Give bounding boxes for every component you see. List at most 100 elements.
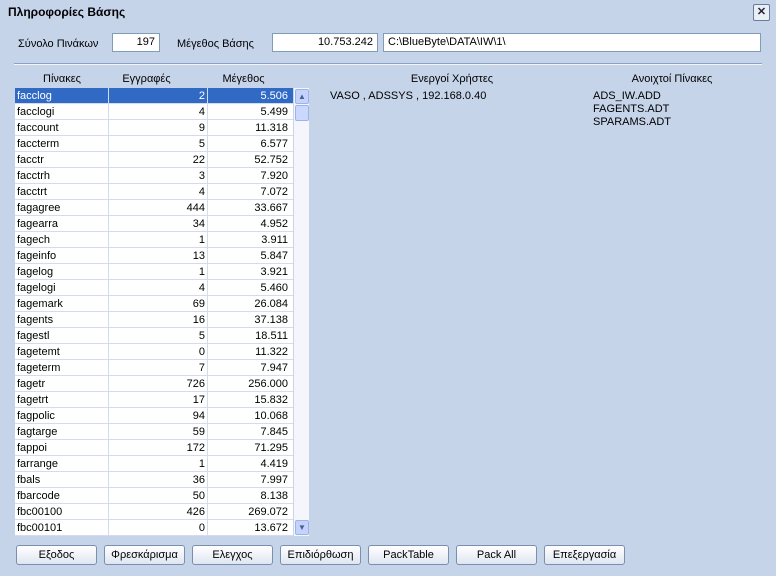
table-name-cell: fagagree bbox=[15, 200, 109, 215]
column-header-tables[interactable]: Πίνακες bbox=[15, 73, 109, 85]
table-row[interactable]: fagagree 444 33.667 bbox=[15, 200, 293, 216]
table-row[interactable]: fagelog 1 3.921 bbox=[15, 264, 293, 280]
table-row[interactable]: facctrh 3 7.920 bbox=[15, 168, 293, 184]
table-name-cell: fbarcode bbox=[15, 488, 109, 503]
pack-all-button[interactable]: Pack All bbox=[456, 545, 537, 565]
table-row[interactable]: fagetemt 0 11.322 bbox=[15, 344, 293, 360]
table-row[interactable]: fagemark 69 26.084 bbox=[15, 296, 293, 312]
table-row[interactable]: fageinfo 13 5.847 bbox=[15, 248, 293, 264]
record-count-cell: 5 bbox=[109, 136, 208, 151]
table-name-cell: fagestl bbox=[15, 328, 109, 343]
pack-table-button[interactable]: PackTable bbox=[368, 545, 449, 565]
refresh-button[interactable]: Φρεσκάρισμα bbox=[104, 545, 185, 565]
table-row[interactable]: facclog 2 5.506 bbox=[15, 88, 293, 104]
table-name-cell: fagelogi bbox=[15, 280, 109, 295]
size-cell: 11.318 bbox=[255, 122, 288, 134]
scroll-down-arrow-icon: ▼ bbox=[298, 523, 306, 532]
scroll-up-arrow-icon: ▲ bbox=[298, 92, 306, 101]
open-table-item: SPARAMS.ADT bbox=[593, 116, 672, 128]
table-name-cell: fagetr bbox=[15, 376, 109, 391]
size-cell: 7.920 bbox=[260, 170, 288, 182]
table-name-cell: facclogi bbox=[15, 104, 109, 119]
scroll-down-button[interactable]: ▼ bbox=[295, 520, 309, 535]
table-row[interactable]: fbc00100 426 269.072 bbox=[15, 504, 293, 520]
close-icon: ✕ bbox=[756, 6, 767, 18]
table-row[interactable]: fbarcode 50 8.138 bbox=[15, 488, 293, 504]
table-row[interactable]: fagetrt 17 15.832 bbox=[15, 392, 293, 408]
size-cell: 5.460 bbox=[260, 282, 288, 294]
table-name-cell: farrange bbox=[15, 456, 109, 471]
column-header-size[interactable]: Μέγεθος bbox=[195, 73, 292, 85]
table-name-cell: fbc00100 bbox=[15, 504, 109, 519]
open-tables-header: Ανοιχτοί Πίνακες bbox=[631, 73, 713, 85]
table-name-cell: fagents bbox=[15, 312, 109, 327]
record-count-cell: 3 bbox=[109, 168, 208, 183]
tables-count-label: Σύνολο Πινάκων bbox=[18, 38, 99, 50]
record-count-cell: 0 bbox=[109, 520, 208, 535]
size-cell: 18.511 bbox=[255, 330, 288, 342]
size-cell: 37.138 bbox=[254, 314, 288, 326]
table-name-cell: fagemark bbox=[15, 296, 109, 311]
record-count-cell: 5 bbox=[109, 328, 208, 343]
table-name-cell: faccount bbox=[15, 120, 109, 135]
tables-grid[interactable]: facclog 2 5.506 facclogi 4 5.499 faccount 9 11.3… bbox=[15, 88, 293, 536]
table-row[interactable]: fagelogi 4 5.460 bbox=[15, 280, 293, 296]
scroll-up-button[interactable]: ▲ bbox=[295, 89, 309, 104]
table-row[interactable]: fagestl 5 18.511 bbox=[15, 328, 293, 344]
column-header-records[interactable]: Εγγραφές bbox=[109, 73, 184, 85]
table-row[interactable]: faccount 9 11.318 bbox=[15, 120, 293, 136]
table-row[interactable]: fbals 36 7.997 bbox=[15, 472, 293, 488]
db-path-field[interactable]: C:\BlueByte\DATA\IW\1\ bbox=[383, 33, 761, 52]
record-count-cell: 172 bbox=[109, 440, 208, 455]
table-name-cell: faccterm bbox=[15, 136, 109, 151]
table-name-cell: fagearra bbox=[15, 216, 109, 231]
record-count-cell: 4 bbox=[109, 184, 208, 199]
edit-button[interactable]: Επεξεργασία bbox=[544, 545, 625, 565]
table-row[interactable]: facctrt 4 7.072 bbox=[15, 184, 293, 200]
table-row[interactable]: facctr 22 52.752 bbox=[15, 152, 293, 168]
table-name-cell: facctr bbox=[15, 152, 109, 167]
active-users-list: VASO , ADSSYS , 192.168.0.40 bbox=[330, 90, 486, 103]
table-row[interactable]: fageterm 7 7.947 bbox=[15, 360, 293, 376]
size-cell: 4.952 bbox=[260, 218, 288, 230]
table-name-cell: fbc00101 bbox=[15, 520, 109, 535]
record-count-cell: 69 bbox=[109, 296, 208, 311]
grid-scrollbar[interactable]: ▲ ▼ bbox=[293, 88, 309, 536]
open-table-item: ADS_IW.ADD bbox=[593, 90, 661, 102]
table-row[interactable]: facclogi 4 5.499 bbox=[15, 104, 293, 120]
table-row[interactable]: fagetr 726 256.000 bbox=[15, 376, 293, 392]
close-button[interactable]: ✕ bbox=[753, 4, 770, 21]
table-row[interactable]: fagpolic 94 10.068 bbox=[15, 408, 293, 424]
repair-button[interactable]: Επιδιόρθωση bbox=[280, 545, 361, 565]
tables-count-field[interactable]: 197 bbox=[112, 33, 160, 52]
table-row[interactable]: fappoi 172 71.295 bbox=[15, 440, 293, 456]
record-count-cell: 16 bbox=[109, 312, 208, 327]
separator bbox=[14, 63, 762, 65]
db-size-label: Μέγεθος Βάσης bbox=[177, 38, 254, 50]
table-row[interactable]: fagearra 34 4.952 bbox=[15, 216, 293, 232]
exit-button[interactable]: Εξοδος bbox=[16, 545, 97, 565]
table-row[interactable]: fagech 1 3.911 bbox=[15, 232, 293, 248]
record-count-cell: 4 bbox=[109, 104, 208, 119]
table-row[interactable]: fagtarge 59 7.845 bbox=[15, 424, 293, 440]
table-row[interactable]: farrange 1 4.419 bbox=[15, 456, 293, 472]
table-row[interactable]: faccterm 5 6.577 bbox=[15, 136, 293, 152]
table-name-cell: fagetrt bbox=[15, 392, 109, 407]
check-button[interactable]: Ελεγχος bbox=[192, 545, 273, 565]
open-tables-list: ADS_IW.ADD FAGENTS.ADT SPARAMS.ADT bbox=[593, 90, 671, 129]
record-count-cell: 22 bbox=[109, 152, 208, 167]
table-name-cell: fagech bbox=[15, 232, 109, 247]
record-count-cell: 1 bbox=[109, 264, 208, 279]
record-count-cell: 34 bbox=[109, 216, 208, 231]
window-title: Πληροφορίες Βάσης bbox=[8, 5, 126, 19]
size-cell: 52.752 bbox=[254, 154, 288, 166]
record-count-cell: 4 bbox=[109, 280, 208, 295]
size-cell: 7.997 bbox=[260, 474, 288, 486]
db-size-field[interactable]: 10.753.242 bbox=[272, 33, 378, 52]
table-row[interactable]: fbc00101 0 13.672 bbox=[15, 520, 293, 536]
scroll-thumb[interactable] bbox=[295, 105, 309, 121]
table-row[interactable]: fagents 16 37.138 bbox=[15, 312, 293, 328]
size-cell: 7.072 bbox=[260, 186, 288, 198]
table-name-cell: fageterm bbox=[15, 360, 109, 375]
size-cell: 8.138 bbox=[260, 490, 288, 502]
